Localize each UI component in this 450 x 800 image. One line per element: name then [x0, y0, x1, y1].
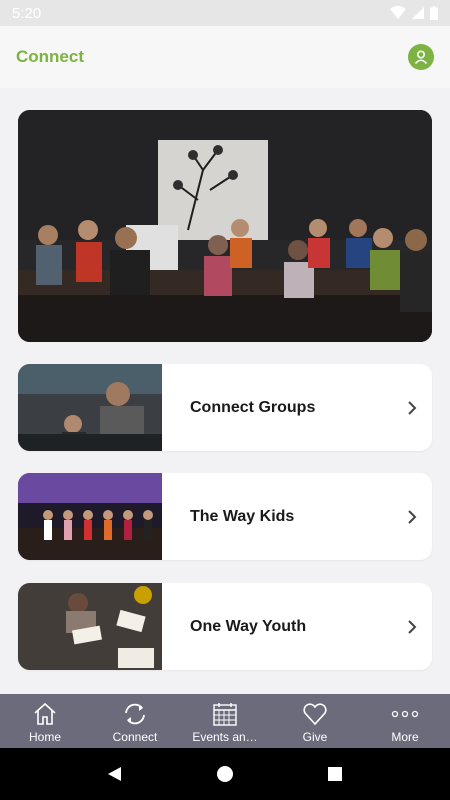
bottom-tab-bar: Home Connect Events an… Give More: [0, 694, 450, 748]
chevron-right-icon: [392, 619, 432, 635]
user-icon: [414, 50, 428, 65]
tab-label: Events an…: [192, 730, 258, 744]
tab-more[interactable]: More: [360, 694, 450, 748]
back-icon[interactable]: [106, 765, 124, 783]
status-time: 5:20: [12, 4, 42, 22]
tab-home[interactable]: Home: [0, 694, 90, 748]
tab-label: Connect: [112, 730, 158, 744]
hero-image[interactable]: [18, 110, 432, 342]
battery-icon: [430, 6, 438, 20]
page-title: Connect: [16, 47, 84, 66]
card-thumbnail: [18, 473, 162, 560]
sync-icon: [125, 703, 145, 725]
card-thumbnail: [18, 364, 162, 451]
wifi-icon: [390, 6, 406, 19]
tab-connect[interactable]: Connect: [90, 694, 180, 748]
cellular-icon: [412, 7, 424, 19]
status-bar: 5:20: [0, 0, 450, 26]
more-dots-icon: [391, 710, 419, 718]
home-circle-icon[interactable]: [216, 765, 234, 783]
heart-icon: [303, 703, 327, 726]
card-connect-groups[interactable]: Connect Groups: [18, 364, 432, 451]
tab-label: Give: [302, 730, 328, 744]
system-nav-bar: [0, 748, 450, 800]
app-header: Connect: [0, 26, 450, 88]
status-icons: [390, 6, 438, 20]
main-content[interactable]: Connect Groups The Way Kids One Way Yout…: [0, 88, 450, 694]
chevron-right-icon: [392, 400, 432, 416]
profile-button[interactable]: [408, 44, 434, 70]
card-label: One Way Youth: [190, 617, 307, 635]
card-label: The Way Kids: [190, 507, 295, 525]
card-thumbnail: [18, 583, 162, 670]
card-the-way-kids[interactable]: The Way Kids: [18, 473, 432, 560]
home-icon: [34, 702, 56, 725]
chevron-right-icon: [392, 509, 432, 525]
recents-icon[interactable]: [326, 765, 344, 783]
card-label: Connect Groups: [190, 398, 316, 416]
tab-events[interactable]: Events an…: [180, 694, 270, 748]
calendar-icon: [213, 703, 237, 726]
tab-give[interactable]: Give: [270, 694, 360, 748]
card-one-way-youth[interactable]: One Way Youth: [18, 583, 432, 670]
tab-label: Home: [28, 730, 61, 744]
tab-label: More: [391, 730, 419, 744]
hero-photo: [18, 110, 432, 342]
